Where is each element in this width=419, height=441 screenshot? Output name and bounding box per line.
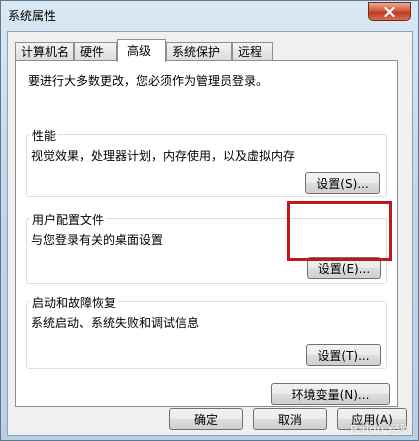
performance-description: 视觉效果，处理器计划，内存使用，以及虚拟内存 <box>31 149 296 163</box>
performance-title: 性能 <box>30 127 59 144</box>
startup-recovery-group: 启动和故障恢复 系统启动、系统失败和调试信息 设置(T)... <box>26 294 387 369</box>
environment-variables-button[interactable]: 环境变量(N)... <box>271 383 390 405</box>
tab-system-protection[interactable]: 系统保护 <box>166 42 232 60</box>
tab-advanced[interactable]: 高级 <box>117 39 166 62</box>
watermark: Baidu 经验 <box>350 423 412 437</box>
system-properties-window: 系统属性 计算机名 硬件 高级 系统保护 远程 要进行大多数更改，您必须作为管理… <box>0 0 419 441</box>
startup-recovery-title: 启动和故障恢复 <box>30 294 119 311</box>
dialog-body: 计算机名 硬件 高级 系统保护 远程 要进行大多数更改，您必须作为管理员登录。 … <box>7 31 413 436</box>
tab-remote[interactable]: 远程 <box>232 42 273 60</box>
cancel-button[interactable]: 取消 <box>253 408 327 430</box>
ok-button[interactable]: 确定 <box>169 408 243 430</box>
user-profiles-title: 用户配置文件 <box>30 211 107 228</box>
user-profiles-description: 与您登录有关的桌面设置 <box>31 233 164 247</box>
close-button[interactable] <box>368 2 411 21</box>
tab-computer-name[interactable]: 计算机名 <box>15 42 74 60</box>
startup-recovery-description: 系统启动、系统失败和调试信息 <box>31 316 200 330</box>
user-profiles-group: 用户配置文件 与您登录有关的桌面设置 设置(E)... <box>26 211 387 284</box>
performance-group: 性能 视觉效果，处理器计划，内存使用，以及虚拟内存 设置(S)... <box>26 127 387 197</box>
title-bar[interactable]: 系统属性 <box>1 1 418 29</box>
admin-note: 要进行大多数更改，您必须作为管理员登录。 <box>28 74 269 88</box>
window-title: 系统属性 <box>8 9 57 23</box>
close-icon <box>384 6 395 17</box>
tab-hardware[interactable]: 硬件 <box>74 42 117 60</box>
performance-settings-button[interactable]: 设置(S)... <box>305 172 380 194</box>
advanced-tab-panel: 要进行大多数更改，您必须作为管理员登录。 性能 视觉效果，处理器计划，内存使用，… <box>15 60 398 407</box>
user-profiles-settings-button[interactable]: 设置(E)... <box>307 257 381 279</box>
startup-recovery-settings-button[interactable]: 设置(T)... <box>306 344 381 366</box>
